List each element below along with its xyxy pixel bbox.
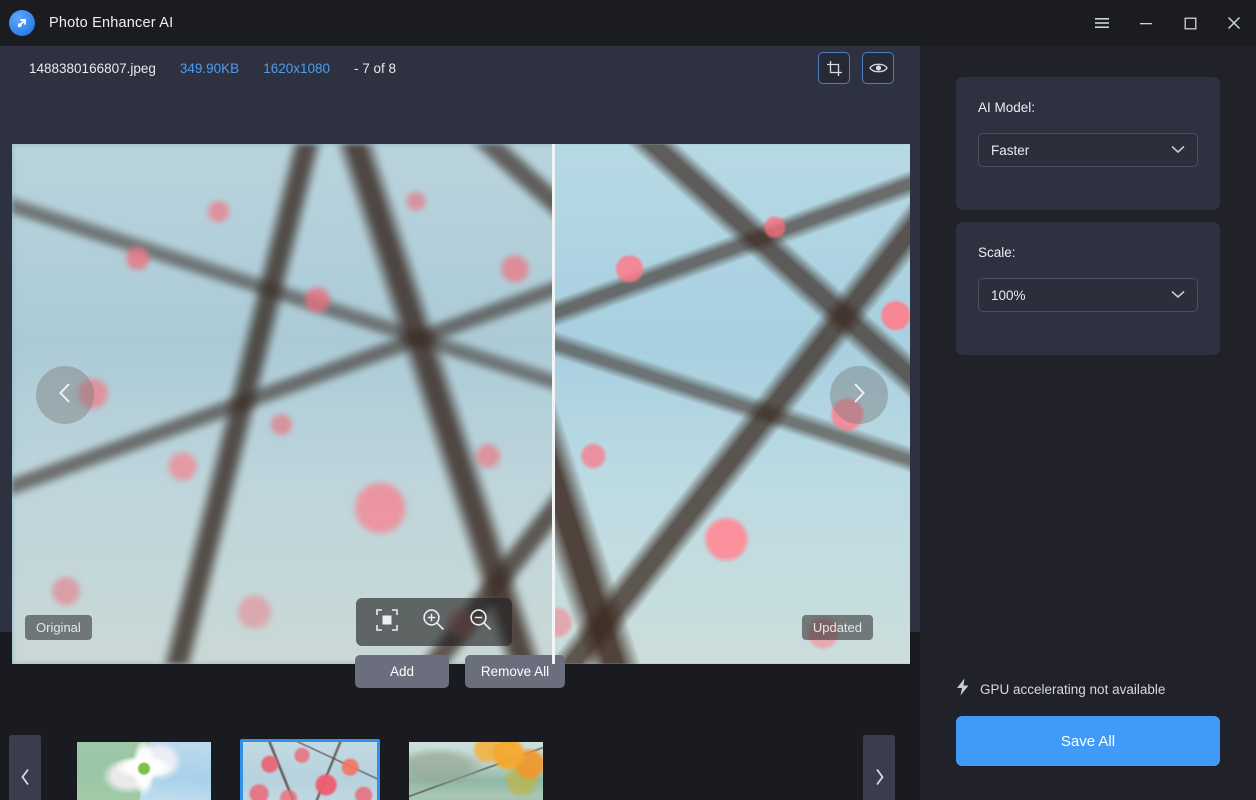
viewer-tool-buttons (818, 52, 894, 84)
thumbnail-image (409, 742, 543, 800)
scale-card: Scale: 100% (956, 222, 1220, 355)
file-size: 349.90KB (179, 60, 240, 76)
fit-screen-icon (376, 608, 398, 636)
close-icon[interactable] (1212, 0, 1256, 46)
preview-button[interactable] (862, 52, 894, 84)
title-bar: Photo Enhancer AI (0, 0, 1256, 46)
app-logo-icon (9, 10, 35, 36)
gpu-status-text: GPU accelerating not available (980, 681, 1166, 697)
image-compare-stage[interactable]: Original Updated (12, 144, 910, 664)
lightning-bolt-icon (956, 678, 970, 701)
original-image (12, 144, 552, 664)
file-name: 1488380166807.jpeg (29, 60, 156, 76)
scale-value: 100% (991, 287, 1026, 303)
chevron-right-icon (851, 381, 867, 410)
thumbnail-autumn-lakeside[interactable] (406, 739, 546, 800)
window-controls (1080, 0, 1256, 46)
minimize-icon[interactable] (1124, 0, 1168, 46)
add-button[interactable]: Add (355, 654, 449, 688)
thumbnails-prev-button[interactable] (9, 735, 41, 800)
thumbnails-next-button[interactable] (863, 735, 895, 800)
save-all-button[interactable]: Save All (956, 716, 1220, 766)
ai-model-label: AI Model: (978, 100, 1036, 115)
chevron-left-icon (20, 768, 31, 791)
compare-divider[interactable] (552, 144, 555, 664)
thumbnail-pink-plum-blossoms[interactable] (240, 739, 380, 800)
scale-label: Scale: (978, 245, 1016, 260)
scale-select[interactable]: 100% (978, 278, 1198, 312)
ai-model-select[interactable]: Faster (978, 133, 1198, 167)
thumbnail-list (74, 739, 546, 800)
zoom-in-button[interactable] (422, 608, 445, 636)
chevron-left-icon (57, 381, 73, 410)
chevron-down-icon (1171, 141, 1185, 159)
file-dimensions: 1620x1080 (263, 60, 331, 76)
original-image-half (12, 144, 552, 664)
thumbnail-white-cosmos-flower[interactable] (74, 739, 214, 800)
remove-all-button[interactable]: Remove All (465, 654, 565, 688)
gpu-status: GPU accelerating not available (956, 678, 1220, 700)
crop-icon (826, 60, 843, 77)
thumbnail-image (243, 742, 377, 800)
zoom-out-icon (469, 608, 492, 636)
zoom-out-button[interactable] (469, 608, 492, 636)
eye-icon (868, 61, 888, 75)
crop-button[interactable] (818, 52, 850, 84)
next-image-button[interactable] (830, 366, 888, 424)
chevron-right-icon (874, 768, 885, 791)
ai-model-value: Faster (991, 142, 1030, 158)
original-label: Original (25, 615, 92, 640)
thumbnail-image (77, 742, 211, 800)
hamburger-menu-icon[interactable] (1080, 0, 1124, 46)
image-viewer-panel: 1488380166807.jpeg 349.90KB 1620x1080 - … (0, 46, 920, 664)
file-position: - 7 of 8 (354, 60, 397, 76)
file-info-bar: 1488380166807.jpeg 349.90KB 1620x1080 - … (0, 46, 920, 90)
settings-sidebar: AI Model: Faster Scale: 100% GPU acceler… (920, 46, 1256, 800)
updated-label: Updated (801, 615, 873, 640)
photo-enhancer-window: Photo Enhancer AI 1488380166807.jpeg 349… (0, 0, 1256, 800)
fit-to-screen-button[interactable] (376, 608, 398, 636)
main-content: 1488380166807.jpeg 349.90KB 1620x1080 - … (0, 46, 920, 800)
zoom-in-icon (422, 608, 445, 636)
chevron-down-icon (1171, 286, 1185, 304)
maximize-icon[interactable] (1168, 0, 1212, 46)
app-title: Photo Enhancer AI (49, 15, 174, 31)
previous-image-button[interactable] (36, 366, 94, 424)
zoom-toolbar (356, 598, 512, 646)
ai-model-card: AI Model: Faster (956, 77, 1220, 210)
thumbnail-strip (0, 712, 920, 800)
